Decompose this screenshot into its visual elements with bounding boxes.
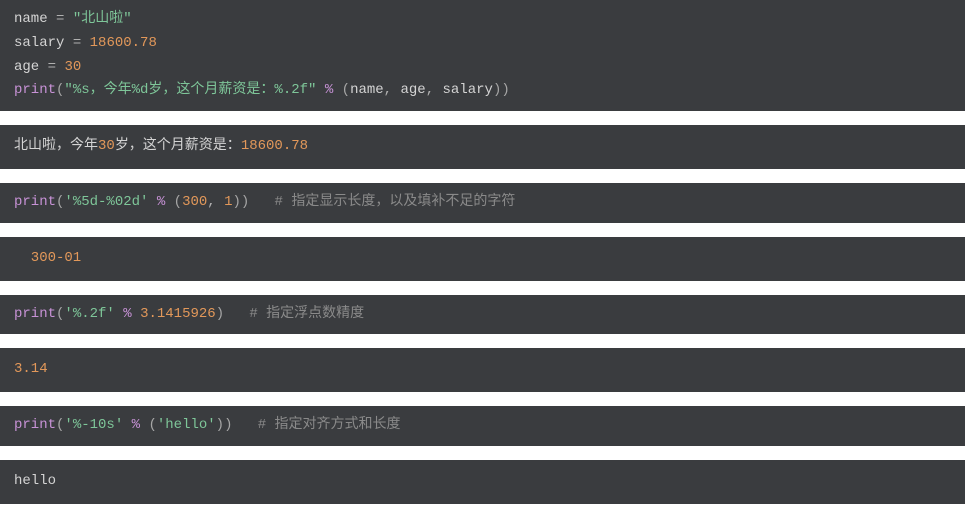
code-token: ) [216,417,224,433]
code-token: ) [216,306,224,322]
code-token: "北山啦" [73,11,132,27]
code-token [132,306,140,322]
code-token: ) [501,82,509,98]
code-token: = [48,11,73,27]
code-token [333,82,341,98]
code-token: name [350,82,384,98]
output-text: 30 [98,138,115,154]
output-text: 18600.78 [241,138,308,154]
code-token [224,306,249,322]
code-token: , [426,82,443,98]
code-token: salary [14,35,64,51]
code-token: print [14,306,56,322]
code-comment: # 指定对齐方式和长度 [258,417,401,433]
code-token: ( [148,417,156,433]
code-token: print [14,417,56,433]
code-token: ) [233,194,241,210]
code-token: = [64,35,89,51]
code-token: '%-10s' [64,417,123,433]
code-token: name [14,11,48,27]
code-token: % [132,417,140,433]
code-token [165,194,173,210]
output-text: 3.14 [14,361,48,377]
code-token: , [384,82,401,98]
output-block-1: 北山啦，今年30岁，这个月薪资是：18600.78 [0,125,965,169]
code-token: , [207,194,224,210]
code-comment: # 指定浮点数精度 [249,306,364,322]
code-token: '%.2f' [64,306,114,322]
code-token: salary [443,82,493,98]
code-token [316,82,324,98]
code-block-2: print('%5d-%02d' % (300, 1)) # 指定显示长度，以及… [0,183,965,223]
code-token: age [14,59,39,75]
output-block-2: 300-01 [0,237,965,281]
code-token: 30 [64,59,81,75]
code-block-3: print('%.2f' % 3.1415926) # 指定浮点数精度 [0,295,965,335]
code-token: % [123,306,131,322]
code-token: 1 [224,194,232,210]
output-text: 北山啦，今年 [14,138,98,154]
code-token [148,194,156,210]
code-token: '%5d-%02d' [64,194,148,210]
code-token: % [325,82,333,98]
code-token: 'hello' [157,417,216,433]
code-token: 18600.78 [90,35,157,51]
code-comment: # 指定显示长度，以及填补不足的字符 [275,194,516,210]
code-block-4: print('%-10s' % ('hello')) # 指定对齐方式和长度 [0,406,965,446]
code-token: "%s，今年%d岁，这个月薪资是：%.2f" [64,82,316,98]
code-token [232,417,257,433]
output-text: 岁，这个月薪资是： [115,138,241,154]
code-token: ( [342,82,350,98]
code-token: ( [174,194,182,210]
code-token [249,194,274,210]
code-token: 3.1415926 [140,306,216,322]
output-text: 300-01 [14,250,81,266]
code-token: age [400,82,425,98]
output-block-4: hello [0,460,965,504]
code-token [115,306,123,322]
code-token: print [14,82,56,98]
code-token: = [39,59,64,75]
code-token: print [14,194,56,210]
code-token: % [157,194,165,210]
output-block-3: 3.14 [0,348,965,392]
code-block-1: name = "北山啦" salary = 18600.78 age = 30 … [0,0,965,111]
code-token [123,417,131,433]
code-token: 300 [182,194,207,210]
output-text: hello [14,473,98,489]
